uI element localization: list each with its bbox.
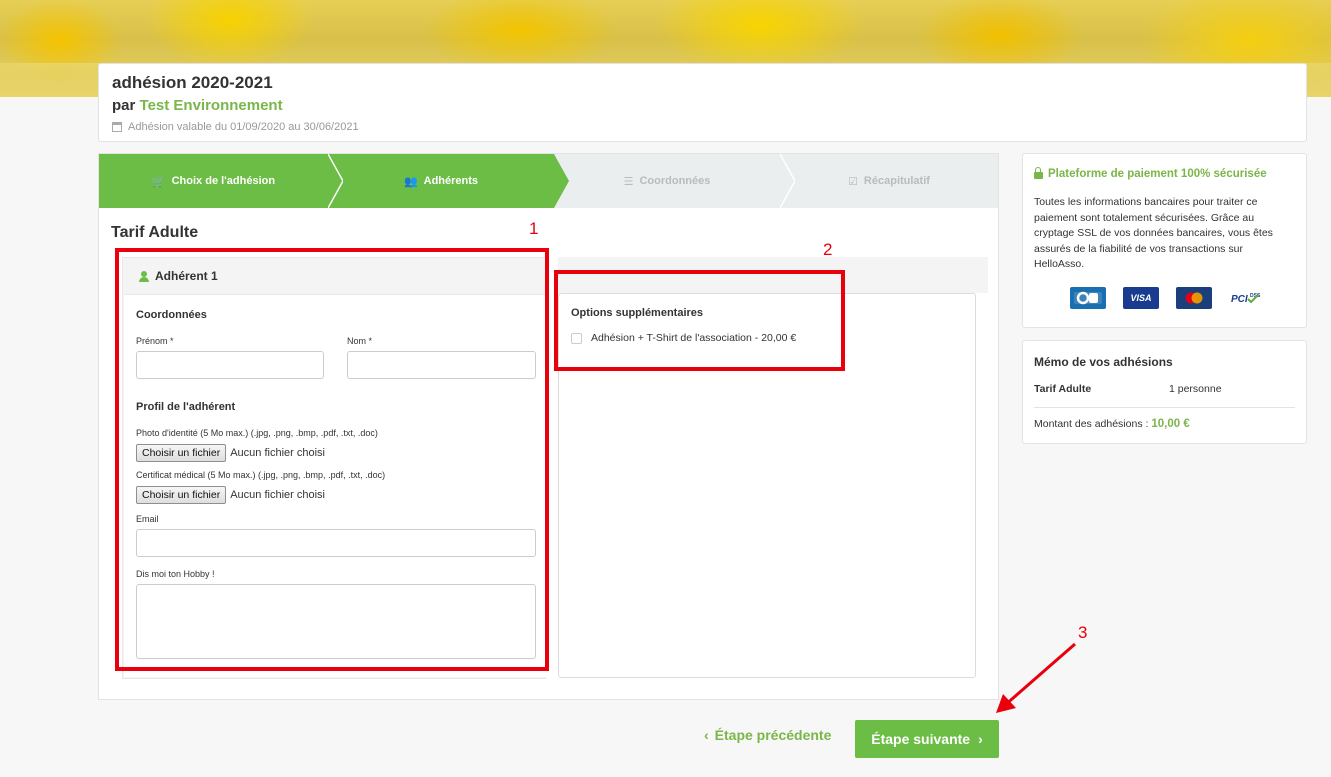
list-icon: ☰ [623,175,634,188]
users-icon: 👥 [403,175,418,188]
membership-memo-card: Mémo de vos adhésions Tarif Adulte 1 per… [1022,340,1307,444]
memo-total-value: 10,00 € [1151,418,1190,430]
mastercard-icon [1176,287,1212,309]
memo-tarif-name: Tarif Adulte [1034,383,1092,395]
validity-text: Adhésion valable du 01/09/2020 au 30/06/… [128,121,359,133]
secure-payment-title-text: Plateforme de paiement 100% sécurisée [1048,168,1267,180]
step-arrow [554,154,569,208]
next-step-label: Étape suivante [871,731,971,747]
annotation-box-2 [554,270,845,371]
next-step-button[interactable]: Étape suivante › [855,720,999,758]
annotation-arrow-icon [996,642,1076,713]
memo-title: Mémo de vos adhésions [1034,355,1173,369]
annotation-number-1: 1 [529,219,539,238]
memo-total-label: Montant des adhésions : [1034,418,1149,430]
svg-text:PCI: PCI [1231,294,1248,305]
lock-icon [1034,166,1043,180]
previous-step-button[interactable]: ‹ Étape précédente [704,727,831,743]
step-choix-adhesion[interactable]: 🛒 Choix de l'adhésion [99,154,343,208]
calendar-icon [112,122,122,132]
step-arrow [780,154,795,208]
step-label: Adhérents [423,175,479,187]
step-arrow [328,154,343,208]
pci-dss-icon: PCI DSS [1229,287,1265,309]
memo-tarif-count: 1 personne [1169,383,1222,395]
organization-link[interactable]: Test Environnement [140,97,283,114]
previous-step-label: Étape précédente [714,727,832,743]
chevron-left-icon: ‹ [704,727,709,743]
chevron-right-icon: › [978,731,983,747]
annotation-number-2: 2 [823,240,833,259]
checkout-steps: 🛒 Choix de l'adhésion 👥 Adhérents ☰ Coor… [99,154,998,208]
campaign-organizer: par Test Environnement [112,95,1293,117]
campaign-header: adhésion 2020-2021 par Test Environnemen… [98,63,1307,142]
visa-card-icon: VISA [1123,287,1159,309]
step-adherents[interactable]: 👥 Adhérents [328,154,569,208]
payment-logos: VISA PCI DSS [1070,287,1265,309]
secure-payment-card: Plateforme de paiement 100% sécurisée To… [1022,153,1307,328]
par-label: par [112,97,136,114]
step-label: Récapitulatif [863,175,930,187]
step-coordonnees[interactable]: ☰ Coordonnées [554,154,795,208]
memo-total: Montant des adhésions : 10,00 € [1034,418,1190,430]
step-recapitulatif[interactable]: ☑ Récapitulatif [780,154,998,208]
memo-divider [1034,407,1295,408]
cb-card-icon [1070,287,1106,309]
step-label: Choix de l'adhésion [171,175,276,187]
cart-icon: 🛒 [151,175,166,188]
checkbox-icon: ☑ [848,175,858,188]
secure-payment-title: Plateforme de paiement 100% sécurisée [1034,166,1267,180]
secure-payment-description: Toutes les informations bancaires pour t… [1034,196,1273,270]
tarif-title: Tarif Adulte [111,224,199,241]
step-label: Coordonnées [639,175,711,187]
annotation-box-1 [115,248,549,671]
validity-period: Adhésion valable du 01/09/2020 au 30/06/… [112,121,1293,133]
campaign-title: adhésion 2020-2021 [112,73,273,92]
